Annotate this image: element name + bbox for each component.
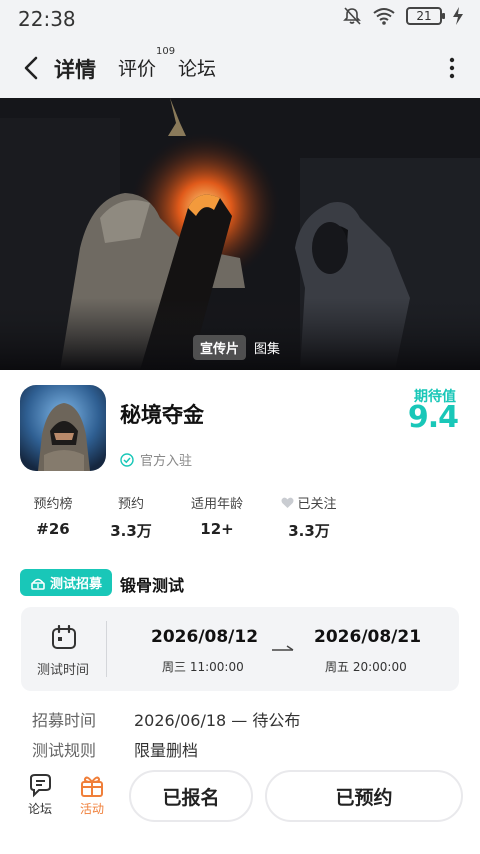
test-start-weekday: 周三 11:00:00 — [162, 660, 244, 674]
stat-age-value: 12+ — [200, 520, 234, 538]
game-title: 秘境夺金 — [120, 403, 204, 427]
tab-forum-label: 论坛 — [178, 58, 217, 80]
more-options-icon[interactable] — [448, 56, 456, 80]
official-label: 官方入驻 — [140, 454, 193, 469]
test-rule-value: 限量删档 — [134, 741, 199, 760]
stat-age-label: 适用年龄 — [190, 497, 243, 512]
test-end-date: 2026/08/21 — [314, 627, 422, 647]
test-recruit-badge: 测试招募 — [20, 569, 112, 596]
recruit-icon — [31, 578, 45, 590]
review-count-badge: 109 — [156, 46, 176, 57]
stat-reservations-label: 预约 — [117, 497, 144, 512]
stat-reservations: 预约 3.3万 — [108, 493, 154, 541]
card-divider — [106, 621, 107, 677]
info-row-test-rule: 测试规则 限量删档 — [32, 737, 198, 761]
test-time-label: 测试时间 — [37, 663, 90, 678]
stat-reservations-value: 3.3万 — [110, 522, 152, 540]
expect-score: 9.4 — [407, 400, 459, 435]
gift-icon — [81, 776, 103, 797]
bottom-action-bar: 论坛 活动 已报名 已预约 — [0, 762, 480, 854]
promo-video-frame — [0, 98, 480, 370]
test-recruit-label: 测试招募 — [49, 577, 102, 592]
bottom-activity-label: 活动 — [79, 802, 104, 816]
bottom-forum-label: 论坛 — [27, 802, 52, 816]
wifi-icon — [373, 8, 395, 25]
enrolled-button[interactable]: 已报名 — [129, 770, 253, 822]
test-time-card: 测试时间 2026/08/12 周三 11:00:00 2026/08/21 周… — [21, 607, 459, 691]
back-arrow-icon[interactable] — [18, 52, 46, 84]
tab-review-label: 评价 — [118, 58, 157, 80]
game-app-icon — [20, 385, 106, 471]
top-nav: 详情 评价 109 论坛 — [0, 38, 480, 98]
stat-followed[interactable]: 已关注 3.3万 — [280, 493, 338, 541]
forum-chat-icon — [30, 774, 51, 798]
stat-rank-label: 预约榜 — [33, 497, 73, 512]
media-switch: 宣传片 图集 — [193, 335, 282, 360]
media-tab-gallery[interactable]: 图集 — [252, 335, 282, 360]
test-rule-key: 测试规则 — [32, 741, 97, 760]
official-badge: 官方入驻 — [120, 450, 192, 469]
tab-detail-label: 详情 — [54, 58, 96, 82]
status-bar: 22:38 21 — [0, 0, 480, 38]
stat-age: 适用年龄 12+ — [189, 493, 245, 538]
recruit-time-key: 招募时间 — [32, 711, 97, 730]
promo-video-banner[interactable] — [0, 98, 480, 370]
bottom-forum-button[interactable]: 论坛 — [18, 774, 62, 817]
tab-review[interactable]: 评价 109 — [118, 46, 175, 81]
tab-detail[interactable]: 详情 — [54, 54, 96, 84]
charging-icon — [453, 7, 463, 25]
test-name: 锻骨测试 — [120, 576, 185, 595]
date-range-arrow-icon — [272, 645, 294, 651]
status-time: 22:38 — [18, 7, 76, 31]
reserved-button[interactable]: 已预约 — [265, 770, 463, 822]
stat-followed-value: 3.3万 — [288, 522, 330, 540]
test-end-weekday: 周五 20:00:00 — [325, 660, 407, 674]
stat-rank[interactable]: 预约榜 #26 — [32, 493, 74, 538]
test-start-date: 2026/08/12 — [151, 627, 259, 647]
mute-icon — [343, 7, 361, 25]
battery-icon: 21 — [406, 7, 445, 25]
recruit-time-value: 2026/06/18 — 待公布 — [134, 711, 301, 730]
stat-followed-label: 已关注 — [297, 497, 337, 512]
tab-forum[interactable]: 论坛 — [178, 54, 216, 81]
info-row-recruit-time: 招募时间 2026/06/18 — 待公布 — [32, 707, 300, 731]
bottom-activity-button[interactable]: 活动 — [70, 774, 114, 817]
verified-check-icon — [120, 452, 134, 467]
calendar-icon — [52, 625, 76, 649]
battery-level: 21 — [416, 9, 432, 23]
media-tab-video[interactable]: 宣传片 — [193, 335, 247, 360]
stat-rank-value: #26 — [36, 520, 70, 538]
heart-check-icon — [281, 497, 294, 508]
